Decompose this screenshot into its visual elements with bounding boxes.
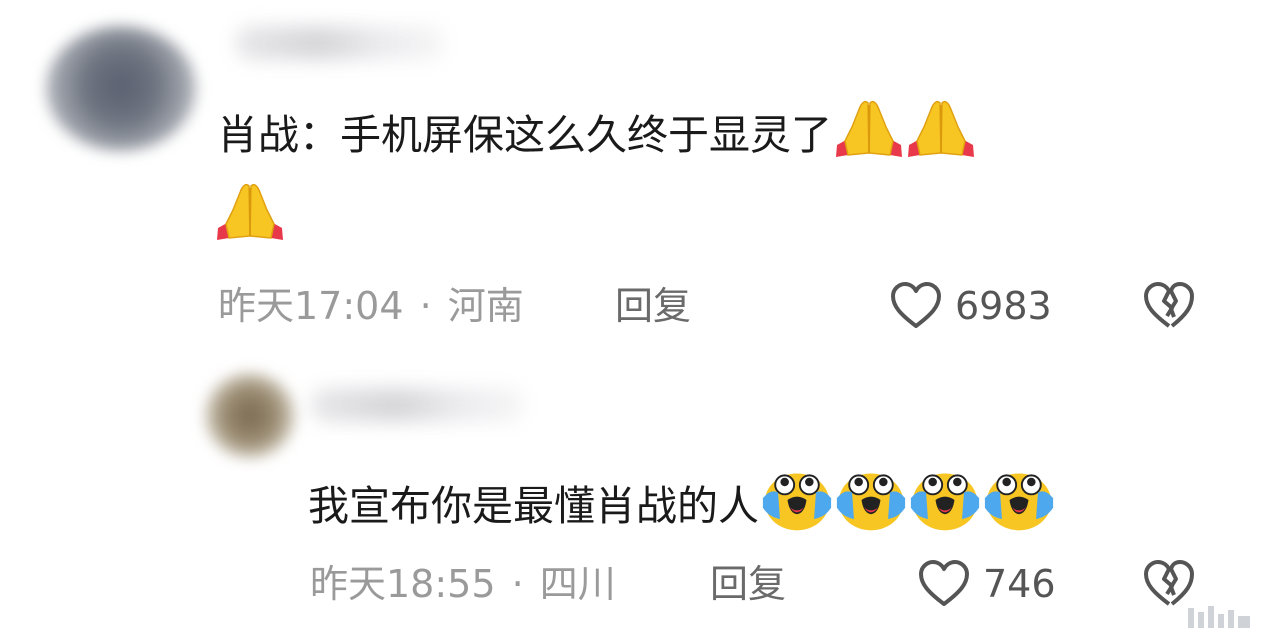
loudly-crying-face-icon <box>983 464 1055 536</box>
comment-text: 肖战：手机屏保这么久终于显灵了 <box>217 111 832 159</box>
location: 四川 <box>539 562 616 606</box>
comment-meta: 昨天17:04 · 河南 <box>218 284 524 328</box>
username-blurred[interactable] <box>310 388 525 422</box>
username-blurred[interactable] <box>235 26 445 60</box>
watermark-logo <box>1188 606 1250 628</box>
comment-text-line1: 肖战：手机屏保这么久终于显灵了 <box>217 97 976 166</box>
folded-hands-icon <box>215 180 285 242</box>
like-heart-icon[interactable] <box>918 560 970 608</box>
folded-hands-icon <box>834 97 904 159</box>
timestamp: 昨天18:55 <box>310 562 496 606</box>
loudly-crying-face-icon <box>835 464 907 536</box>
reply-button[interactable]: 回复 <box>710 562 786 606</box>
like-count: 746 <box>983 562 1056 606</box>
comment-text: 我宣布你是最懂肖战的人 <box>308 482 759 530</box>
separator-dot: · <box>511 562 524 606</box>
loudly-crying-face-icon <box>909 464 981 536</box>
location: 河南 <box>447 284 524 328</box>
comment-text-line1: 我宣布你是最懂肖战的人 <box>308 464 1055 537</box>
like-count: 6983 <box>955 284 1052 328</box>
loudly-crying-face-icon <box>761 464 833 536</box>
like-heart-icon[interactable] <box>890 282 942 330</box>
reply-button[interactable]: 回复 <box>615 284 691 328</box>
comment-meta: 昨天18:55 · 四川 <box>310 562 616 606</box>
dislike-broken-heart-icon[interactable] <box>1143 560 1195 608</box>
dislike-broken-heart-icon[interactable] <box>1143 282 1195 330</box>
avatar[interactable] <box>46 26 196 151</box>
folded-hands-icon <box>906 97 976 159</box>
avatar[interactable] <box>205 373 295 458</box>
timestamp: 昨天17:04 <box>218 284 404 328</box>
separator-dot: · <box>419 284 432 328</box>
